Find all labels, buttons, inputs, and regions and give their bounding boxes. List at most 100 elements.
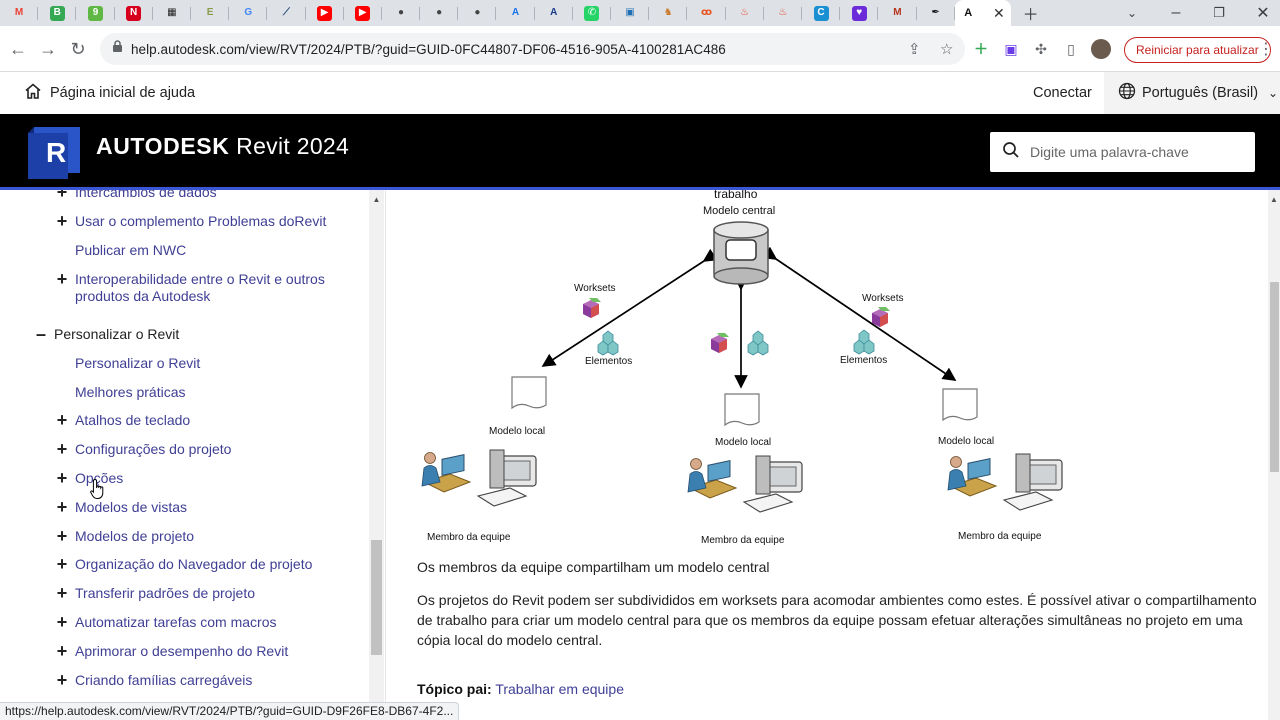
browser-tab[interactable]: ● (420, 0, 459, 26)
browser-tab[interactable]: ● (458, 0, 497, 26)
browser-tab[interactable]: ▣ (611, 0, 650, 26)
browser-tab[interactable]: ꝏ (687, 0, 726, 26)
expand-plus-icon[interactable]: + (55, 190, 69, 201)
toc-item[interactable]: + Criando famílias carregáveis (57, 671, 345, 689)
toc-item[interactable]: + Opções (57, 469, 345, 487)
toc-item[interactable]: + Interoperabilidade entre o Revit e outr… (57, 270, 345, 305)
browser-tab[interactable]: M (0, 0, 39, 26)
browser-tab[interactable]: E (191, 0, 230, 26)
toc-item[interactable]: Publicar em NWC (75, 242, 345, 259)
expand-plus-icon[interactable]: + (55, 527, 69, 545)
profile-avatar[interactable] (1090, 38, 1112, 60)
expand-plus-icon[interactable]: + (55, 555, 69, 573)
toc-item[interactable]: + Organização do Navegador de projeto (57, 555, 345, 573)
forward-arrow-icon[interactable]: → (33, 34, 63, 64)
collapse-minus-icon[interactable]: – (34, 325, 48, 343)
share-icon[interactable]: ⇪ (908, 33, 921, 65)
expand-plus-icon[interactable]: + (55, 584, 69, 602)
active-tab[interactable]: A ✕ (954, 0, 1011, 26)
expand-plus-icon[interactable]: + (55, 469, 69, 487)
toc-item[interactable]: + Intercâmbios de dados (57, 190, 345, 201)
toc-item[interactable]: Personalizar o Revit (75, 355, 345, 372)
url-omnibox[interactable]: help.autodesk.com/view/RVT/2024/PTB/?gui… (100, 33, 965, 65)
search-input[interactable] (1030, 144, 1250, 160)
heart-site-icon: ♥ (851, 5, 867, 21)
toc-item-label: Criando famílias carregáveis (75, 672, 253, 688)
browser-tab[interactable]: ✆ (573, 0, 612, 26)
back-arrow-icon[interactable]: ← (3, 34, 33, 64)
monitor-site-icon: ▣ (625, 7, 635, 18)
new-tab-button[interactable]: ＋ (1017, 0, 1045, 26)
toc-item[interactable]: + Transferir padrões de projeto (57, 584, 345, 602)
toc-item[interactable]: + Atalhos de teclado (57, 411, 345, 429)
toc-item[interactable]: – Personalizar o Revit (36, 325, 354, 343)
side-panel-icon[interactable]: ▯ (1060, 38, 1082, 60)
expand-plus-icon[interactable]: + (55, 498, 69, 516)
scroll-up-arrow-icon[interactable]: ▲ (369, 193, 384, 207)
autodesk-icon: A (964, 6, 973, 19)
minimize-window-icon[interactable]: – (1162, 0, 1190, 26)
toc-item[interactable]: + Configurações do projeto (57, 440, 345, 458)
toc-item[interactable]: + Usar o complemento Problemas doRevit (57, 212, 345, 230)
browser-tab[interactable]: C (802, 0, 841, 26)
puzzle-extensions-icon[interactable]: ✣ (1030, 38, 1052, 60)
browser-tab[interactable]: B (38, 0, 77, 26)
browser-tab[interactable]: M (878, 0, 917, 26)
sync-arrow-left (541, 248, 718, 367)
help-nav-bar: Página inicial de ajuda Conectar Portugu… (0, 72, 1280, 114)
language-selector[interactable]: Português (Brasil) ⌄ (1104, 72, 1280, 114)
main-scroll-up-arrow-icon[interactable]: ▲ (1268, 193, 1280, 207)
restart-to-update-button[interactable]: Reiniciar para atualizar (1124, 37, 1271, 63)
toc-item[interactable]: + Automatizar tarefas com macros (57, 613, 345, 631)
close-window-icon[interactable]: ✕ (1249, 0, 1277, 26)
help-home-link[interactable]: Página inicial de ajuda (24, 72, 195, 114)
browser-tab[interactable]: G (229, 0, 268, 26)
browser-tab[interactable]: ● (382, 0, 421, 26)
close-tab-icon[interactable]: ✕ (993, 5, 1005, 22)
restore-window-icon[interactable]: ❐ (1205, 0, 1233, 26)
reload-icon[interactable]: ↻ (63, 34, 93, 64)
sidebar-scrollbar-thumb[interactable] (371, 540, 382, 655)
toc-item[interactable]: Melhores práticas (75, 384, 345, 401)
connect-link[interactable]: Conectar (1033, 72, 1092, 114)
url-text[interactable]: help.autodesk.com/view/RVT/2024/PTB/?gui… (131, 42, 726, 57)
expand-plus-icon[interactable]: + (55, 642, 69, 660)
central-model-label-top: trabalho (714, 190, 758, 201)
tab-search-chevron-icon[interactable]: ⌄ (1118, 0, 1146, 26)
plus-extension-icon[interactable]: ＋ (970, 38, 992, 60)
expand-plus-icon[interactable]: + (55, 440, 69, 458)
product-title: AUTODESK Revit 2024 (96, 133, 349, 160)
browser-tab[interactable]: ♥ (840, 0, 879, 26)
browser-tab[interactable]: A (496, 0, 535, 26)
keyword-search-box[interactable] (990, 132, 1255, 172)
toc-item-label: Transferir padrões de projeto (75, 585, 256, 601)
browser-menu-icon[interactable]: ⋮ (1258, 39, 1274, 59)
grid-site-icon: ▦ (167, 7, 177, 18)
toc-item[interactable]: + Aprimorar o desempenho do Revit (57, 642, 345, 660)
toc-item-label: Personalizar o Revit (54, 326, 180, 342)
browser-tab[interactable]: ✒ (917, 0, 955, 26)
browser-tab[interactable]: ⟋ (267, 0, 306, 26)
browser-tab[interactable]: A (535, 0, 574, 26)
toc-item[interactable]: + Modelos de projeto (57, 527, 345, 545)
a-site-icon: A (511, 7, 520, 18)
browser-tab[interactable]: ♨ (726, 0, 764, 26)
expand-plus-icon[interactable]: + (55, 613, 69, 631)
browser-tab[interactable]: ♞ (649, 0, 688, 26)
browser-tab[interactable]: 9 (76, 0, 115, 26)
expand-plus-icon[interactable]: + (55, 671, 69, 689)
browser-tab[interactable]: ▦ (153, 0, 192, 26)
expand-plus-icon[interactable]: + (55, 212, 69, 230)
browser-tab[interactable]: ▶ (306, 0, 344, 26)
drop-site-icon: ♨ (740, 7, 750, 18)
expand-plus-icon[interactable]: + (55, 270, 69, 288)
browser-tab[interactable]: N (115, 0, 153, 26)
browser-tab[interactable]: ▶ (344, 0, 383, 26)
screen-extension-icon[interactable]: ▣ (1000, 38, 1022, 60)
toc-item[interactable]: + Modelos de vistas (57, 498, 345, 516)
browser-tab[interactable]: ♨ (764, 0, 803, 26)
main-scrollbar-thumb[interactable] (1270, 282, 1279, 472)
expand-plus-icon[interactable]: + (55, 411, 69, 429)
parent-topic-link[interactable]: Trabalhar em equipe (495, 681, 624, 697)
bookmark-star-icon[interactable]: ☆ (940, 33, 953, 65)
